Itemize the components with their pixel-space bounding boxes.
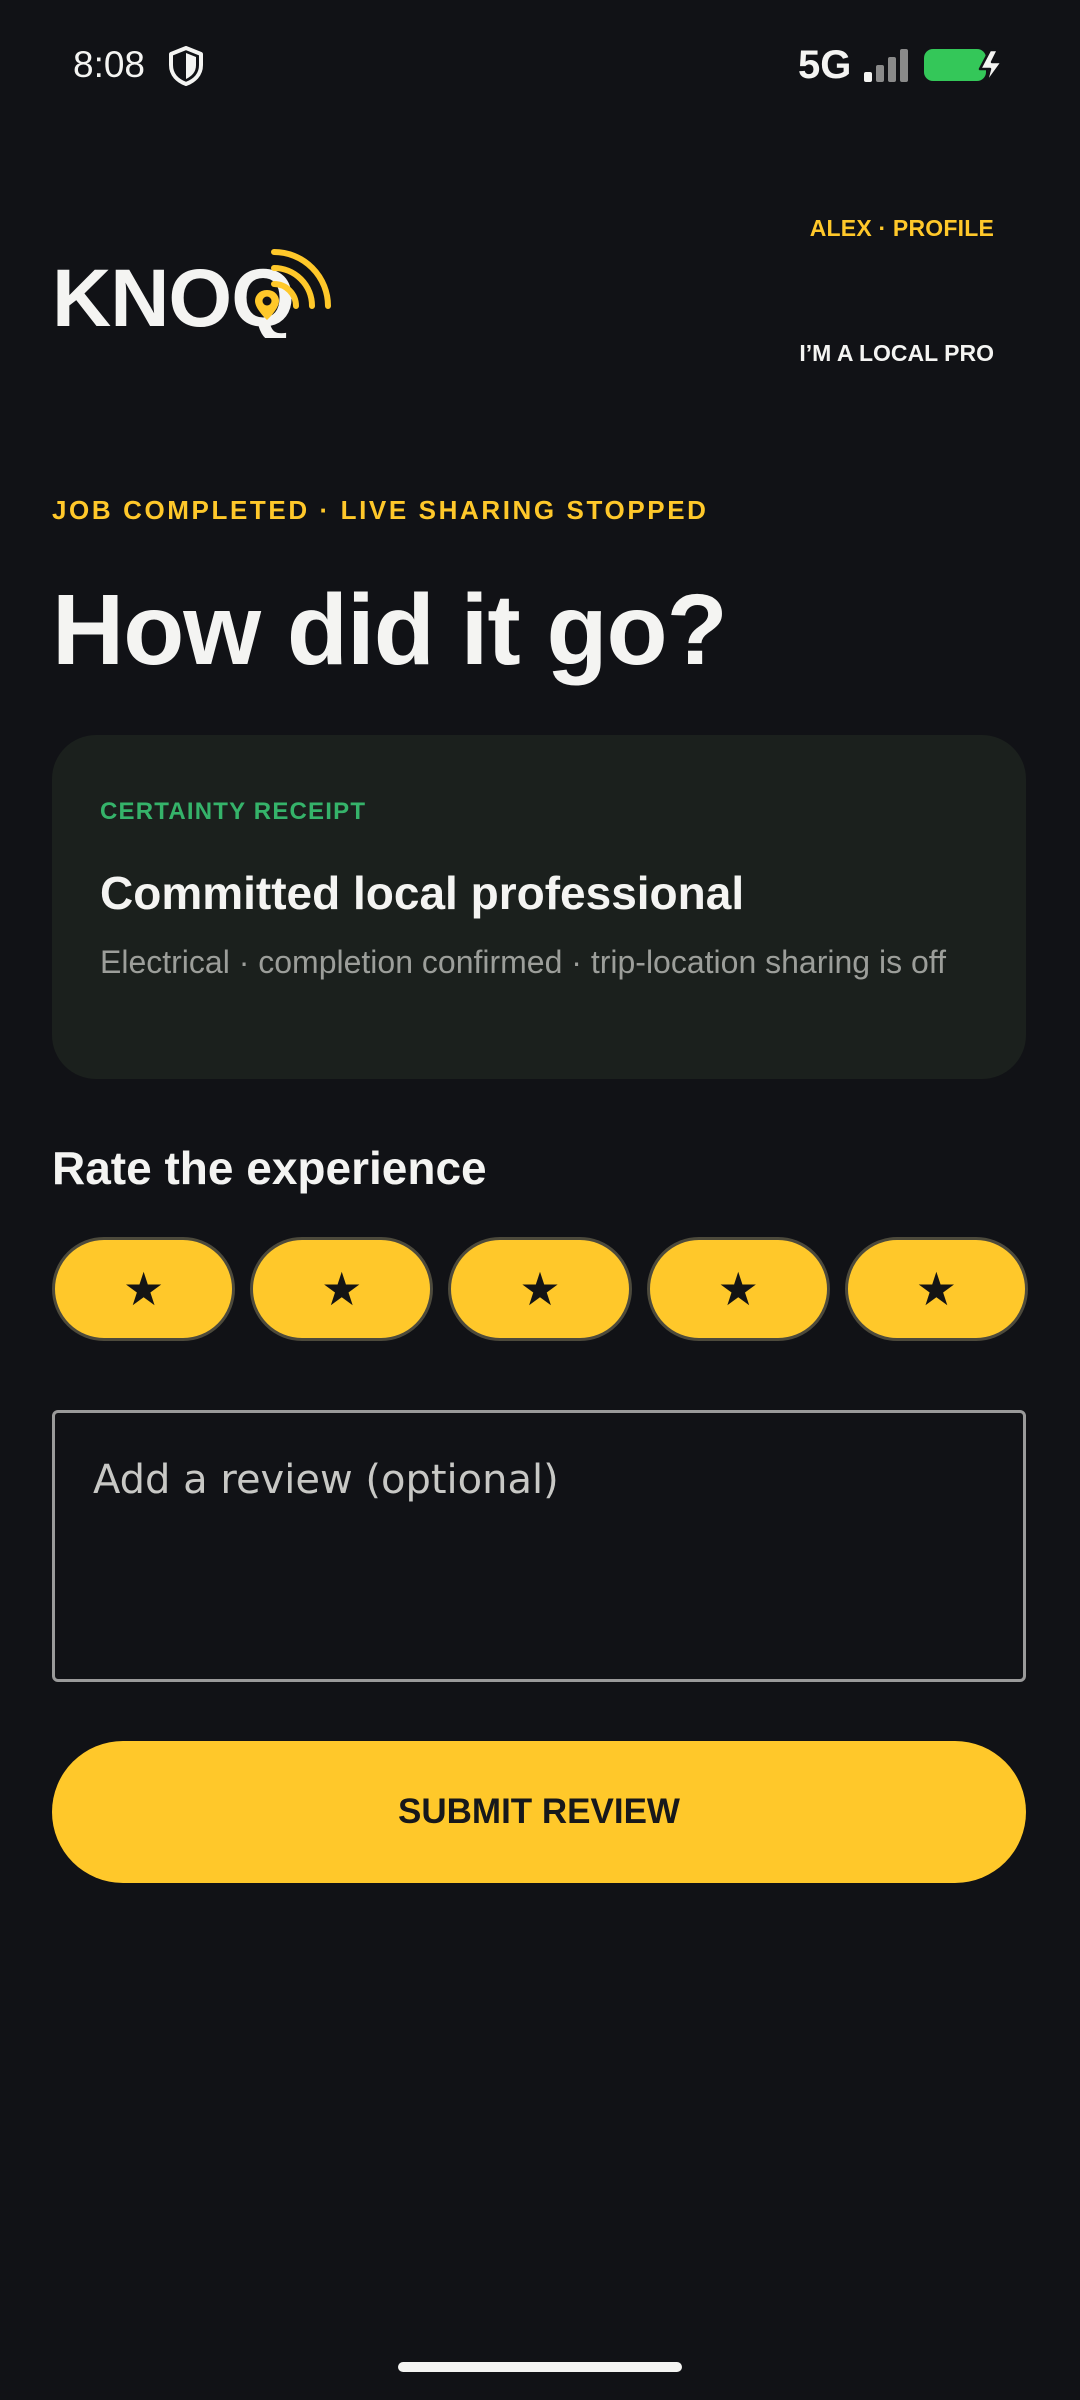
profile-link[interactable]: ALEX · PROFILE bbox=[810, 208, 994, 248]
star-5-button[interactable]: ★ bbox=[844, 1237, 1029, 1341]
certainty-receipt-card: CERTAINTY RECEIPT Committed local profes… bbox=[52, 735, 1026, 1079]
review-input[interactable] bbox=[52, 1410, 1026, 1682]
star-1-button[interactable]: ★ bbox=[52, 1237, 236, 1341]
local-pro-link[interactable]: I’M A LOCAL PRO bbox=[799, 333, 994, 373]
submit-review-button[interactable]: SUBMIT REVIEW bbox=[52, 1741, 1026, 1883]
status-time: 8:08 bbox=[73, 44, 146, 85]
job-status-label: JOB COMPLETED · LIVE SHARING STOPPED bbox=[52, 495, 709, 525]
star-2-button[interactable]: ★ bbox=[250, 1237, 434, 1341]
receipt-detail: Electrical · completion confirmed · trip… bbox=[100, 944, 946, 980]
home-indicator[interactable] bbox=[398, 2362, 682, 2372]
rating-label: Rate the experience bbox=[52, 1142, 487, 1194]
star-3-button[interactable]: ★ bbox=[448, 1237, 632, 1341]
battery-charging-icon bbox=[924, 48, 1004, 86]
receipt-title: Committed local professional bbox=[100, 867, 745, 919]
star-rating: ★ ★ ★ ★ ★ bbox=[52, 1237, 1029, 1341]
receipt-label: CERTAINTY RECEIPT bbox=[100, 798, 367, 825]
knoq-logo[interactable]: KNOQ bbox=[52, 238, 332, 338]
star-4-button[interactable]: ★ bbox=[646, 1237, 830, 1341]
network-type: 5G bbox=[798, 43, 852, 87]
signal-icon bbox=[864, 49, 908, 82]
page-title: How did it go? bbox=[52, 574, 728, 686]
shield-icon bbox=[169, 46, 203, 86]
